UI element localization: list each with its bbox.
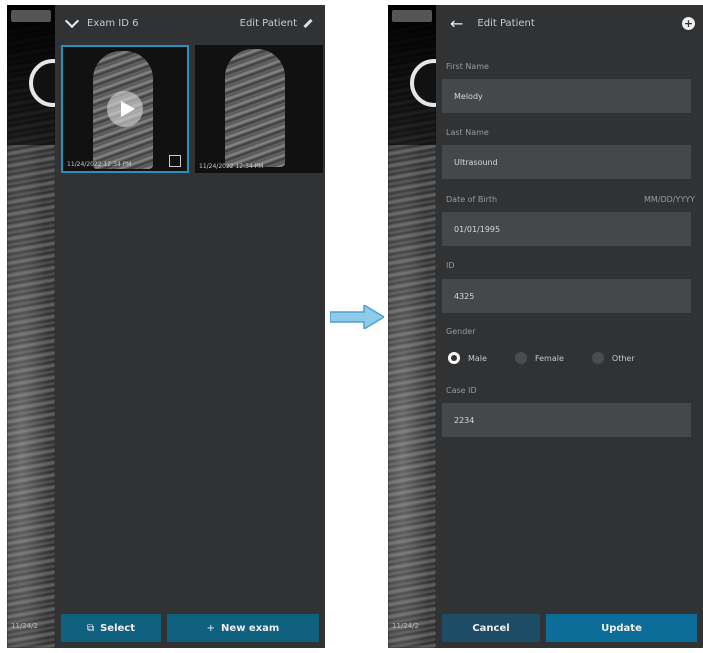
- select-checkbox-icon[interactable]: [169, 155, 181, 167]
- thumbnail-timestamp: 11/24/2022 12:34 PM: [67, 161, 132, 168]
- play-icon[interactable]: [107, 91, 143, 127]
- radio-icon[interactable]: [514, 352, 527, 364]
- select-button[interactable]: ⧉ Select: [61, 614, 161, 642]
- edit-patient-link[interactable]: Edit Patient: [240, 18, 297, 29]
- edit-patient-header: ← Edit Patient +: [436, 5, 703, 41]
- exam-thumbnail[interactable]: 11/24/2022 12:34 PM: [195, 45, 323, 173]
- case-id-label: Case ID: [446, 386, 477, 395]
- gender-label: Gender: [446, 327, 476, 336]
- exam-thumbnail[interactable]: 11/24/2022 12:34 PM: [61, 45, 189, 173]
- background-timestamp: 11/24/2: [392, 622, 419, 630]
- last-name-field[interactable]: Ultrasound: [442, 145, 691, 179]
- left-screen: 11/24/2 Exam ID 6 Edit Patient 11/24/202…: [7, 5, 325, 648]
- add-icon[interactable]: +: [682, 16, 695, 30]
- transition-arrow-icon: [330, 305, 384, 329]
- exam-header: Exam ID 6 Edit Patient: [55, 5, 325, 41]
- edit-patient-footer: Cancel Update: [436, 614, 703, 648]
- pencil-icon[interactable]: [303, 18, 313, 28]
- gender-radio-group: Male Female Other: [448, 348, 691, 368]
- edit-patient-panel: ← Edit Patient + First Name Melody Last …: [436, 5, 703, 648]
- last-name-label: Last Name: [446, 128, 489, 137]
- update-button[interactable]: Update: [546, 614, 697, 642]
- cancel-button[interactable]: Cancel: [442, 614, 540, 642]
- first-name-field[interactable]: Melody: [442, 79, 691, 113]
- id-field[interactable]: 4325: [442, 279, 691, 313]
- dob-label: Date of Birth: [446, 195, 498, 204]
- chevron-down-icon[interactable]: [64, 13, 80, 29]
- back-arrow-icon[interactable]: ←: [450, 14, 463, 33]
- id-label: ID: [446, 261, 455, 270]
- gender-option-male[interactable]: Male: [448, 352, 487, 364]
- plus-icon: +: [206, 622, 216, 634]
- status-bar-stub: [392, 10, 432, 22]
- copy-icon: ⧉: [86, 622, 95, 634]
- case-id-field[interactable]: 2234: [442, 403, 691, 437]
- exam-footer: ⧉ Select + New exam: [55, 614, 325, 648]
- dob-field[interactable]: 01/01/1995: [442, 212, 691, 246]
- status-bar-stub: [11, 10, 51, 22]
- right-screen: 11/24/2 ← Edit Patient + First Name Melo…: [388, 5, 703, 648]
- background-timestamp: 11/24/2: [11, 622, 38, 630]
- new-exam-button[interactable]: + New exam: [167, 614, 319, 642]
- radio-selected-icon[interactable]: [448, 352, 460, 364]
- exam-panel: Exam ID 6 Edit Patient 11/24/2022 12:34 …: [55, 5, 325, 648]
- exam-title: Exam ID 6: [87, 17, 139, 29]
- radio-icon[interactable]: [591, 352, 604, 364]
- page-title: Edit Patient: [477, 17, 535, 29]
- thumbnail-timestamp: 11/24/2022 12:34 PM: [199, 163, 264, 170]
- first-name-label: First Name: [446, 62, 489, 71]
- gender-option-female[interactable]: Female: [514, 352, 564, 364]
- dob-format-hint: MM/DD/YYYY: [643, 195, 695, 204]
- ultrasound-thumbnail-image: [225, 49, 285, 167]
- gender-option-other[interactable]: Other: [591, 352, 635, 364]
